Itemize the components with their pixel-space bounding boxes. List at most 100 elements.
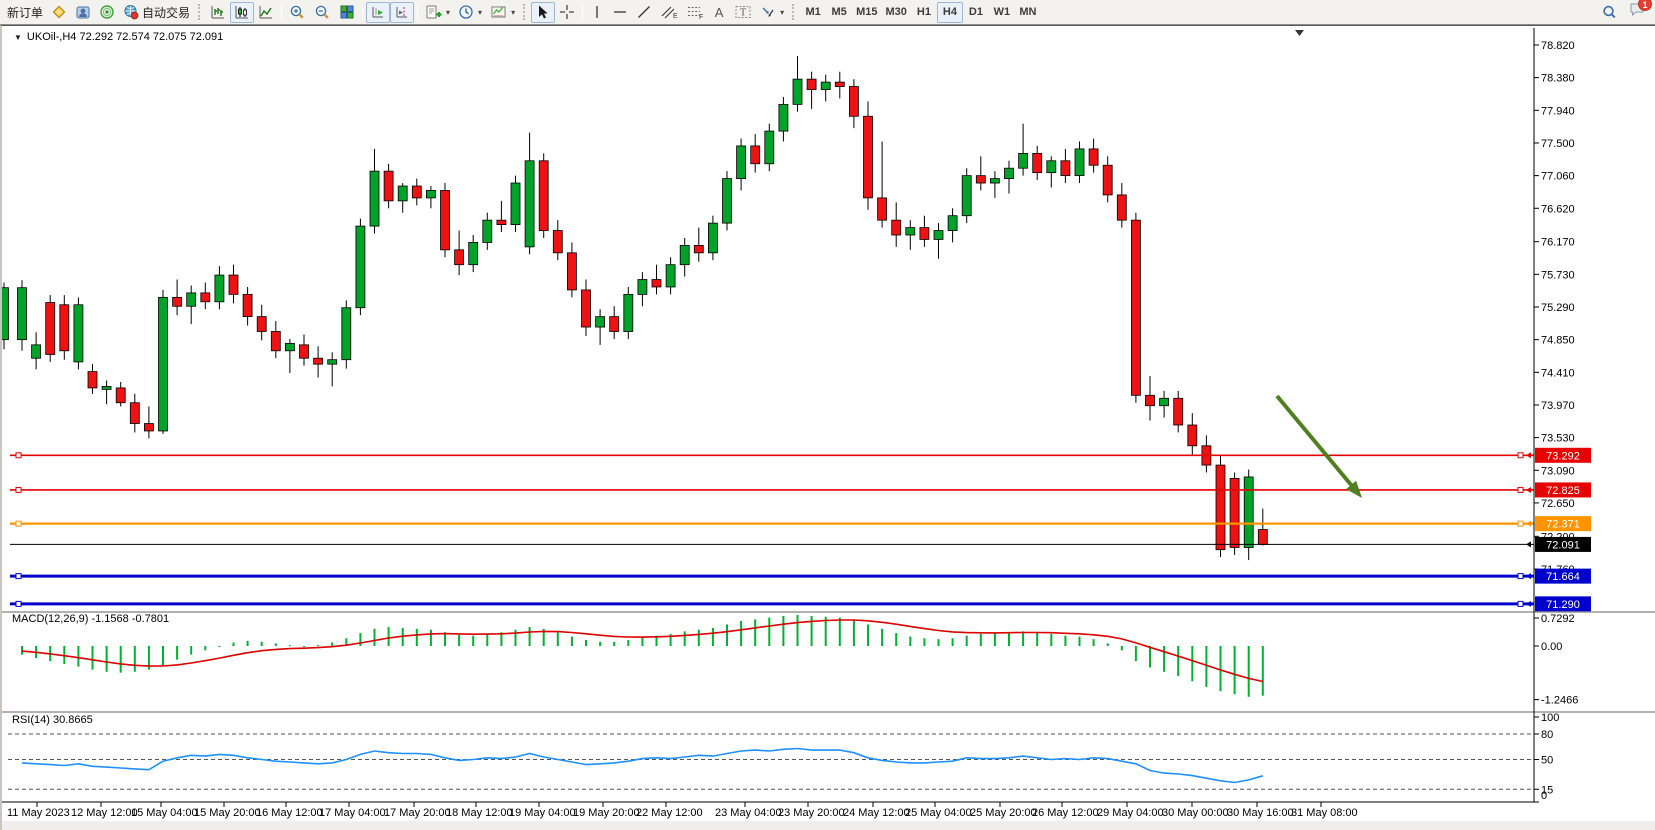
time-tick-label: 15 May 04:00 bbox=[131, 807, 198, 819]
line-handle[interactable] bbox=[1518, 487, 1523, 492]
candlestick bbox=[990, 171, 999, 198]
price-tag-pointer bbox=[1526, 573, 1531, 579]
macd-histogram-bar bbox=[726, 625, 728, 647]
bar-chart-mode-button[interactable] bbox=[206, 2, 230, 23]
chart-shift-button[interactable] bbox=[390, 2, 414, 23]
macd-histogram-bar bbox=[162, 646, 164, 665]
fibonacci-tool[interactable]: F bbox=[682, 2, 708, 23]
time-tick-label: 11 May 2023 bbox=[7, 807, 70, 819]
tile-windows-button[interactable] bbox=[335, 2, 359, 23]
macd-histogram-bar bbox=[388, 627, 390, 646]
autotrade-button[interactable]: 自动交易 bbox=[119, 2, 194, 23]
chart-title: ▼UKOil-,H4 72.292 72.574 72.075 72.091 bbox=[14, 31, 223, 43]
new-order-button[interactable]: 新订单 bbox=[3, 2, 47, 23]
macd-histogram-bar bbox=[218, 646, 220, 647]
add-indicator-button[interactable]: ▾ bbox=[421, 2, 454, 23]
timeframe-m15[interactable]: M15 bbox=[852, 2, 881, 23]
candle-body bbox=[737, 146, 746, 179]
timeframe-m1[interactable]: M1 bbox=[800, 2, 826, 23]
trendline-tool[interactable] bbox=[632, 2, 656, 23]
auto-scroll-button[interactable] bbox=[366, 2, 390, 23]
timeframe-h4[interactable]: H4 bbox=[937, 2, 963, 23]
equidistant-channel-tool[interactable]: E bbox=[656, 2, 682, 23]
candlestick bbox=[821, 75, 830, 102]
horizontal-line-tool[interactable] bbox=[608, 2, 632, 23]
macd-histogram-bar bbox=[881, 629, 883, 646]
template-button[interactable]: ▾ bbox=[486, 2, 519, 23]
candlestick bbox=[32, 332, 41, 369]
candle-chart-mode-button[interactable] bbox=[230, 2, 254, 23]
price-tag-pointer bbox=[1526, 487, 1531, 493]
macd-histogram-bar bbox=[289, 645, 291, 646]
candlestick bbox=[751, 134, 760, 173]
line-handle[interactable] bbox=[1518, 521, 1523, 526]
line-handle[interactable] bbox=[16, 574, 21, 579]
time-tick-label: 23 May 04:00 bbox=[715, 807, 782, 819]
candlestick bbox=[285, 339, 294, 373]
cursor-button[interactable] bbox=[531, 2, 555, 23]
candlestick bbox=[74, 297, 83, 369]
time-tick-label: 31 May 08:00 bbox=[1291, 807, 1358, 819]
candle-body bbox=[906, 228, 915, 235]
candle-body bbox=[723, 179, 732, 224]
line-handle[interactable] bbox=[16, 453, 21, 458]
trend-arrow[interactable] bbox=[1277, 396, 1362, 498]
line-handle[interactable] bbox=[16, 487, 21, 492]
price-tick-label: 78.380 bbox=[1541, 73, 1575, 85]
signal-icon[interactable] bbox=[95, 2, 119, 23]
candle-body bbox=[708, 223, 717, 253]
candle-body bbox=[652, 280, 661, 287]
candle-body bbox=[1103, 165, 1112, 195]
line-handle[interactable] bbox=[1518, 601, 1523, 606]
text-tool[interactable]: A bbox=[708, 2, 730, 23]
candle-body bbox=[878, 198, 887, 220]
candlestick bbox=[864, 101, 873, 209]
toolbar-separator bbox=[362, 4, 363, 21]
time-tick-label: 29 May 04:00 bbox=[1097, 807, 1164, 819]
timeframe-mn[interactable]: MN bbox=[1015, 2, 1041, 23]
candlestick bbox=[652, 265, 661, 295]
candle-body bbox=[624, 294, 633, 331]
notifications-button[interactable]: 1 bbox=[1628, 1, 1646, 23]
rsi-tick-label: 80 bbox=[1541, 729, 1553, 741]
macd-histogram-bar bbox=[712, 628, 714, 646]
time-tick-label: 30 May 16:00 bbox=[1227, 807, 1294, 819]
chart-canvas[interactable]: 78.82078.38077.94077.50077.06076.62076.1… bbox=[2, 26, 1655, 830]
timeframe-m30[interactable]: M30 bbox=[882, 2, 911, 23]
period-clock-button[interactable]: ▾ bbox=[454, 2, 486, 23]
candle-body bbox=[412, 186, 421, 198]
price-tag-label: 72.825 bbox=[1546, 485, 1580, 497]
macd-histogram-bar bbox=[1050, 634, 1052, 646]
text-label-tool[interactable]: T bbox=[730, 2, 756, 23]
arrows-objects-tool[interactable]: ▾ bbox=[756, 2, 788, 23]
vertical-line-tool[interactable] bbox=[586, 2, 608, 23]
line-handle[interactable] bbox=[1518, 574, 1523, 579]
candle-body bbox=[1019, 153, 1028, 168]
zoom-out-button[interactable] bbox=[310, 2, 335, 23]
zoom-in-button[interactable] bbox=[285, 2, 310, 23]
line-handle[interactable] bbox=[16, 601, 21, 606]
navigator-icon[interactable] bbox=[71, 2, 95, 23]
timeframe-m5[interactable]: M5 bbox=[826, 2, 852, 23]
collapse-icon[interactable]: ▼ bbox=[14, 33, 22, 42]
timeframe-d1[interactable]: D1 bbox=[963, 2, 989, 23]
time-tick-label: 26 May 12:00 bbox=[1032, 807, 1099, 819]
candlestick bbox=[469, 235, 478, 272]
candlestick bbox=[1033, 146, 1042, 180]
search-button[interactable] bbox=[1597, 2, 1622, 23]
market-watch-icon[interactable] bbox=[47, 2, 71, 23]
line-handle[interactable] bbox=[16, 521, 21, 526]
macd-histogram-bar bbox=[458, 635, 460, 646]
line-handle[interactable] bbox=[1518, 453, 1523, 458]
candlestick bbox=[1258, 509, 1267, 546]
candle-body bbox=[243, 294, 252, 316]
timeframe-w1[interactable]: W1 bbox=[989, 2, 1015, 23]
arrow-shaft[interactable] bbox=[1277, 396, 1354, 489]
line-chart-mode-button[interactable] bbox=[254, 2, 278, 23]
candlestick bbox=[624, 287, 633, 339]
macd-histogram-bar bbox=[627, 640, 629, 646]
macd-histogram-bar bbox=[966, 636, 968, 646]
timeframe-h1[interactable]: H1 bbox=[911, 2, 937, 23]
candle-body bbox=[1131, 220, 1140, 395]
crosshair-button[interactable] bbox=[555, 2, 579, 23]
